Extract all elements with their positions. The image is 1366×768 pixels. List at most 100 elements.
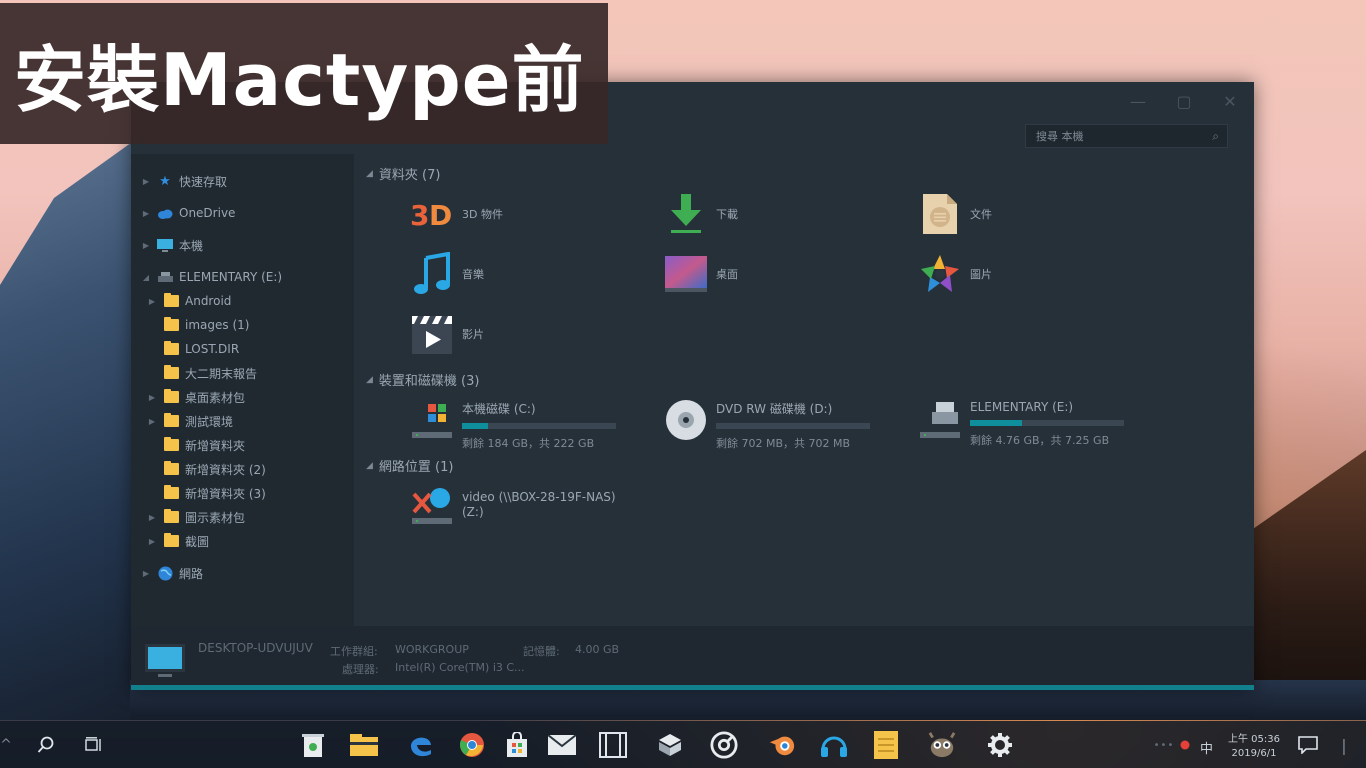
nav-item-network[interactable]: ▶ 網路 [141, 562, 203, 584]
nav-item-folder[interactable]: ▶ 桌面素材包 [147, 386, 245, 408]
nav-item-this-pc[interactable]: ▶ 本機 [141, 234, 203, 256]
search-icon[interactable] [32, 731, 60, 759]
chevron-right-icon[interactable]: ▶ [141, 241, 151, 250]
media-player-icon[interactable] [710, 731, 738, 759]
sticky-notes-icon[interactable] [872, 731, 900, 759]
workgroup-value: WORKGROUP [395, 643, 469, 656]
network-location-tile[interactable]: video (\\BOX-28-19F-NAS) (Z:) [410, 484, 622, 528]
task-view-icon[interactable] [80, 731, 108, 759]
folder-icon [163, 389, 179, 404]
film-strip-icon[interactable] [599, 731, 627, 759]
nav-item-label: 新增資料夾 [185, 438, 246, 453]
chevron-right-icon[interactable]: ▶ [147, 297, 157, 306]
monitor-icon [157, 238, 173, 252]
group-header-network[interactable]: ◢ 網路位置 (1) [366, 456, 453, 475]
nav-item-folder[interactable]: LOST.DIR [163, 338, 239, 360]
action-center-icon[interactable] [1294, 731, 1322, 759]
globe-icon [157, 566, 173, 580]
pictures-icon [918, 252, 962, 296]
folder-icon [163, 341, 179, 356]
chevron-right-icon[interactable]: ▶ [141, 569, 151, 578]
nav-item-label: ELEMENTARY (E:) [179, 270, 283, 284]
file-explorer-icon[interactable] [350, 731, 378, 759]
folder-tile-downloads[interactable]: 下載 [664, 192, 738, 236]
window-controls: — ▢ ✕ [1128, 92, 1240, 112]
taskbar: ^ ••• 中 上午 05:36 2019/6/1 | [0, 721, 1366, 768]
collapse-icon[interactable]: ◢ [366, 375, 373, 385]
search-icon[interactable]: ⌕ [1212, 129, 1219, 144]
memory-label: 記憶體: [523, 645, 560, 658]
folder-icon [163, 413, 179, 428]
blender-icon[interactable] [768, 731, 796, 759]
folder-tile-documents[interactable]: 文件 [918, 192, 992, 236]
nav-item-label: 新增資料夾 (2) [185, 462, 266, 477]
recycle-bin-icon[interactable] [299, 731, 327, 759]
folder-icon [163, 461, 179, 476]
drive-tile-e[interactable]: ELEMENTARY (E:) 剩餘 4.76 GB，共 7.25 GB [918, 398, 1124, 448]
headphones-icon[interactable] [820, 731, 848, 759]
chevron-down-icon[interactable]: ◢ [141, 273, 151, 282]
nav-item-folder[interactable]: ▶ 截圖 [147, 530, 209, 552]
minimize-icon[interactable]: — [1128, 92, 1148, 112]
nav-item-elementary-drive[interactable]: ◢ ELEMENTARY (E:) [141, 266, 282, 288]
chrome-browser-icon[interactable] [458, 731, 486, 759]
chevron-right-icon[interactable]: ▶ [147, 393, 157, 402]
mail-icon[interactable] [548, 731, 576, 759]
group-header-devices[interactable]: ◢ 裝置和磁碟機 (3) [366, 370, 479, 389]
maximize-icon[interactable]: ▢ [1174, 92, 1194, 112]
folder-label: 3D 物件 [462, 208, 503, 221]
chevron-right-icon[interactable]: ▶ [147, 537, 157, 546]
nav-item-onedrive[interactable]: ▶ OneDrive [141, 202, 236, 224]
gimp-icon[interactable] [928, 731, 956, 759]
store-icon[interactable] [503, 731, 531, 759]
collapse-icon[interactable]: ◢ [366, 169, 373, 179]
nav-item-folder[interactable]: images (1) [163, 314, 249, 336]
nav-item-folder[interactable]: ▶ 圖示素材包 [147, 506, 245, 528]
folder-tile-videos[interactable]: 影片 [410, 312, 484, 356]
folder-icon [163, 485, 179, 500]
drive-tile-d[interactable]: DVD RW 磁碟機 (D:) 剩餘 702 MB，共 702 MB [664, 398, 870, 451]
group-header-folders[interactable]: ◢ 資料夾 (7) [366, 164, 440, 183]
nav-item-folder[interactable]: 新增資料夾 (3) [163, 482, 266, 504]
nav-item-folder[interactable]: 大二期末報告 [163, 362, 257, 384]
close-icon[interactable]: ✕ [1220, 92, 1240, 112]
memory-value: 4.00 GB [575, 643, 620, 656]
cpu-label: 處理器: [342, 663, 379, 676]
nav-item-quick-access[interactable]: ▶ ★ 快速存取 [141, 170, 227, 192]
computer-icon [144, 642, 186, 684]
file-explorer-window: — ▢ ✕ ⌕ ▶ ★ 快速存取 ▶ OneDrive ▶ 本機 [131, 82, 1254, 690]
computer-name: DESKTOP-UDVUJUV [198, 641, 313, 655]
clock-time[interactable]: 上午 05:36 [1224, 730, 1284, 745]
clock-date[interactable]: 2019/6/1 [1224, 748, 1284, 759]
drive-tile-c[interactable]: 本機磁碟 (C:) 剩餘 184 GB，共 222 GB [410, 398, 616, 451]
record-indicator-icon[interactable] [1171, 731, 1199, 759]
ime-indicator[interactable]: 中 [1200, 738, 1213, 757]
folder-tile-music[interactable]: 音樂 [410, 252, 484, 296]
package-icon[interactable] [656, 731, 684, 759]
wallpaper-mountain-left [0, 140, 135, 720]
nav-item-folder[interactable]: 新增資料夾 (2) [163, 458, 266, 480]
group-header-label: 網路位置 (1) [378, 460, 454, 475]
chevron-right-icon[interactable]: ▶ [147, 513, 157, 522]
nav-item-folder[interactable]: ▶ 測試環境 [147, 410, 233, 432]
folder-tile-3d-objects[interactable]: 3 D 3D 物件 [410, 192, 503, 236]
chevron-right-icon[interactable]: ▶ [147, 417, 157, 426]
drive-usage-fill [462, 423, 489, 429]
drive-space: 剩餘 184 GB，共 222 GB [462, 437, 595, 450]
search-input[interactable] [1034, 128, 1213, 144]
nav-item-folder[interactable]: ▶ Android [147, 290, 231, 312]
show-desktop-divider-icon[interactable]: | [1330, 731, 1358, 759]
chevron-right-icon[interactable]: ▶ [141, 177, 151, 186]
folder-tile-pictures[interactable]: 圖片 [918, 252, 992, 296]
nav-item-label: 截圖 [185, 534, 210, 549]
nav-item-folder[interactable]: 新增資料夾 [163, 434, 245, 456]
search-box[interactable]: ⌕ [1025, 124, 1228, 148]
edge-browser-icon[interactable] [407, 731, 435, 759]
title-banner: 安裝Mactype前 [0, 3, 608, 144]
chevron-right-icon[interactable]: ▶ [141, 209, 151, 218]
folder-tile-desktop[interactable]: 桌面 [664, 252, 738, 296]
folder-label: 文件 [970, 208, 992, 221]
collapse-icon[interactable]: ◢ [366, 461, 373, 471]
start-chevron-icon[interactable]: ^ [0, 731, 20, 759]
settings-gear-icon[interactable] [986, 731, 1014, 759]
